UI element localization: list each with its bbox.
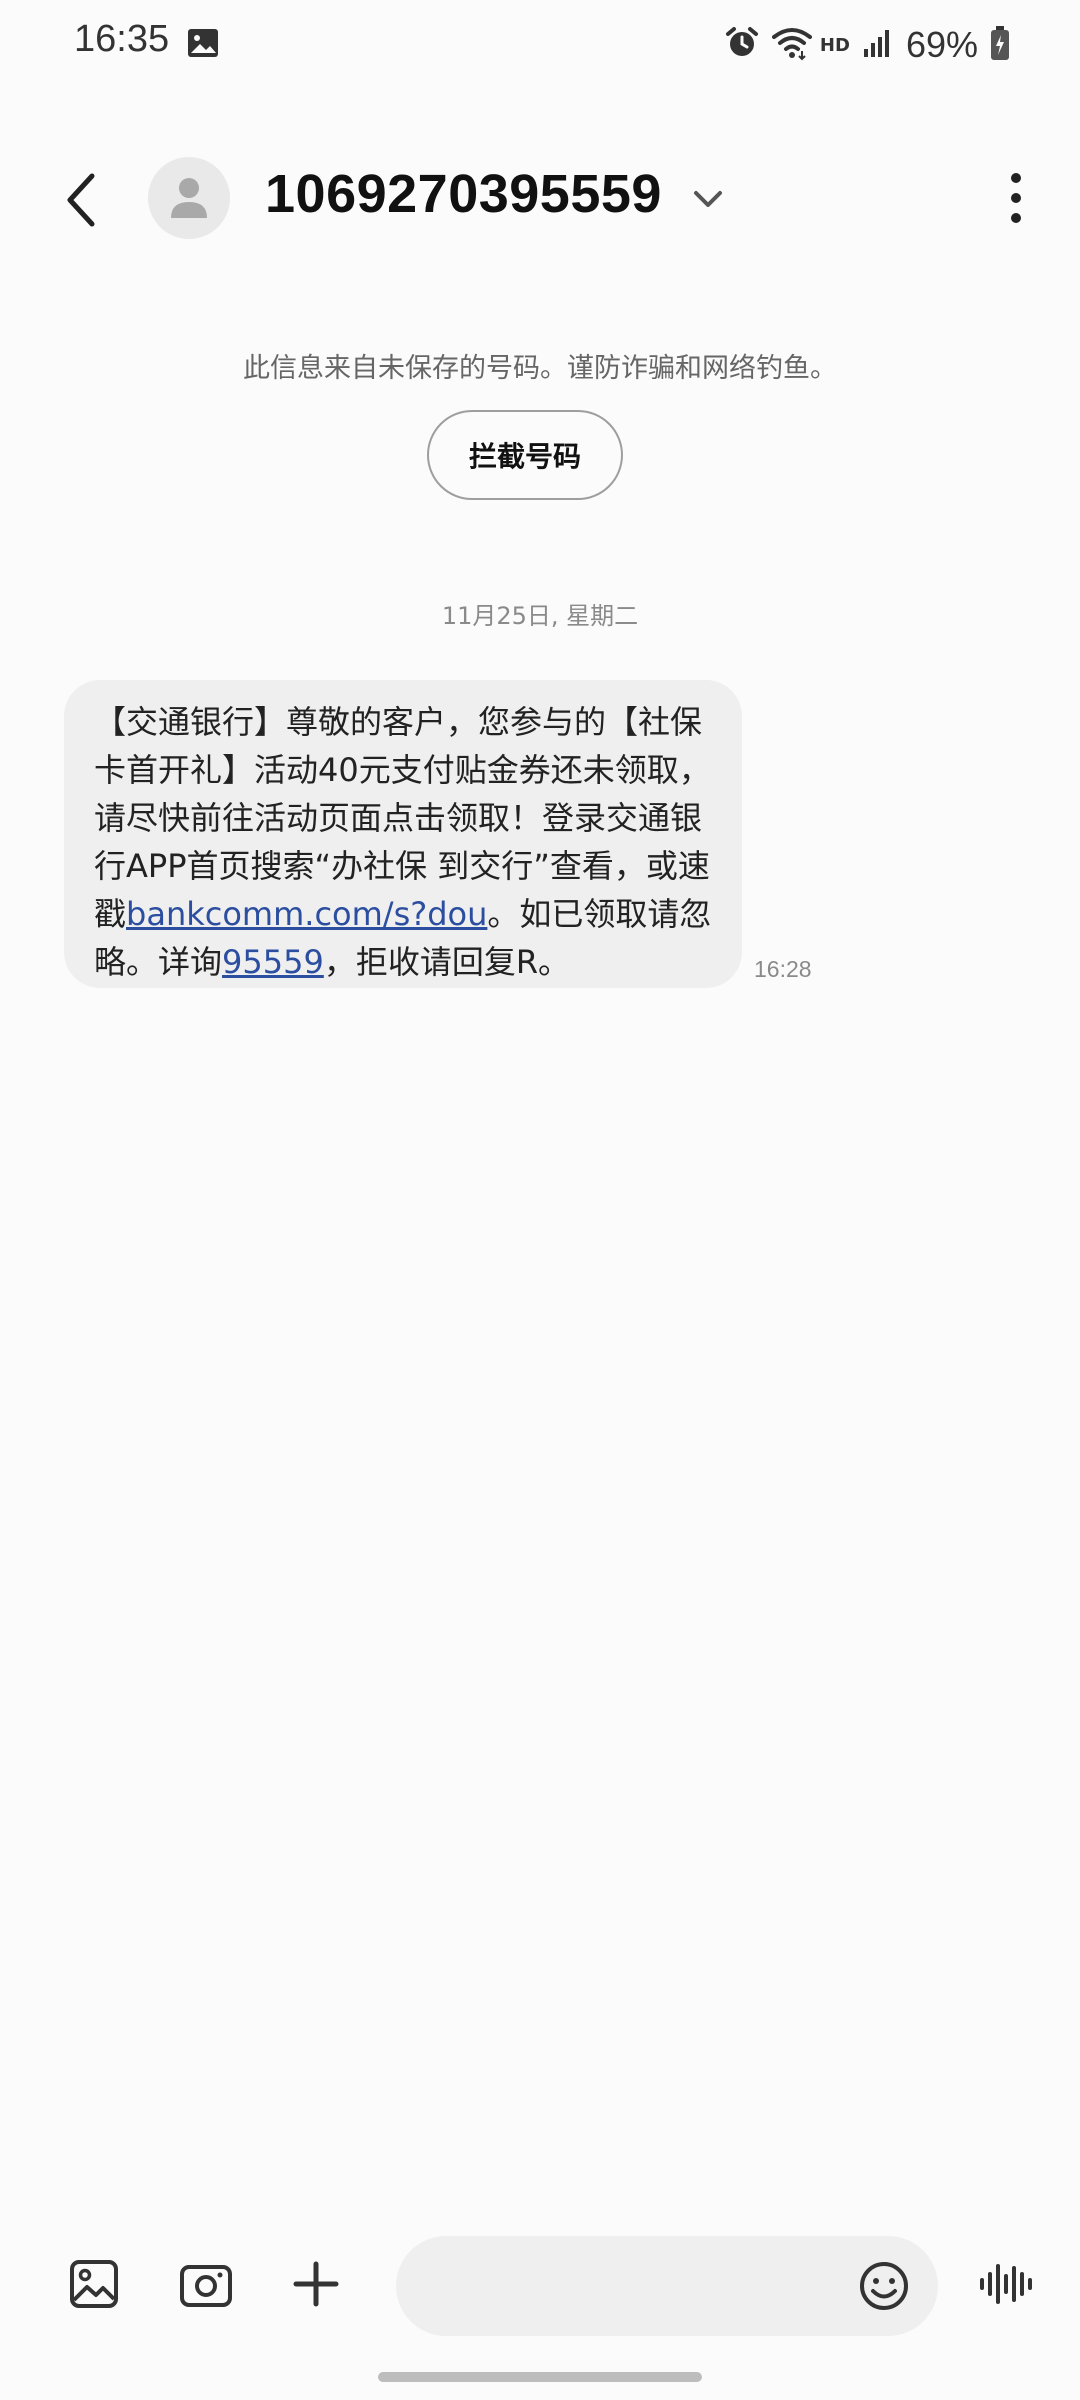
wifi-icon [771,25,812,65]
status-icons: HD 69% [724,20,1010,70]
message-line: 请尽快前往活动页面点击领取！登录交通银 [94,799,703,837]
message-compose-field[interactable] [396,2236,938,2338]
message-text: 略。详询 [94,943,223,981]
message-line: 【交通银行】尊敬的客户，您参与的【社保 [94,703,703,741]
chevron-down-icon[interactable] [690,181,726,217]
block-number-button[interactable]: 拦截号码 [427,410,623,500]
back-button[interactable] [52,165,112,235]
more-vert-icon [1011,173,1021,223]
message-line: 戳bankcomm.com/s?dou。如已领取请忽 [94,890,712,938]
message-input[interactable] [426,2236,830,2338]
more-options-button[interactable] [996,163,1036,233]
signal-icon [862,27,894,63]
camera-icon [180,2265,232,2307]
unsaved-number-warning: 此信息来自未保存的号码。谨防诈骗和网络钓鱼。 [243,353,837,384]
message-text: 戳 [94,895,127,933]
avatar[interactable] [148,157,230,239]
attach-image-button[interactable] [62,2252,126,2316]
back-icon [67,173,95,227]
date-separator: 11月25日, 星期二 [441,602,639,630]
status-time: 16:35 [74,18,170,60]
voice-icon [980,2264,1032,2304]
battery-percentage: 69% [905,24,978,65]
conversation-header: 1069270395559 [0,145,1080,255]
message-line: 行APP首页搜索“办社保 到交行”查看，或速 [94,847,710,885]
image-icon [70,2260,118,2308]
emoji-icon [860,2262,908,2310]
message-phone-link[interactable]: 95559 [222,943,324,981]
message-line: 卡首开礼】活动40元支付贴金券还未领取， [94,751,711,789]
alarm-icon [724,25,760,65]
message-line: 略。详询95559，拒收请回复R。 [94,938,712,986]
plus-icon [293,2261,339,2307]
message-text: ，拒收请回复R。 [323,943,571,981]
contact-number[interactable]: 1069270395559 [265,163,662,225]
gallery-icon [186,26,220,60]
status-bar: 16:35 HD 69% [0,0,1080,90]
avatar-icon [171,178,207,218]
network-hd-label: HD [819,34,850,56]
message-url-link[interactable]: bankcomm.com/s?dou [126,895,487,933]
message-bubble[interactable]: 【交通银行】尊敬的客户，您参与的【社保 卡首开礼】活动40元支付贴金券还未领取，… [64,680,742,988]
add-attachment-button[interactable] [284,2252,348,2316]
camera-button[interactable] [174,2252,238,2316]
message-time: 16:28 [754,956,812,982]
emoji-button[interactable] [852,2254,916,2318]
home-indicator [378,2372,702,2382]
battery-icon [990,25,1010,65]
voice-input-button[interactable] [974,2252,1038,2316]
message-text: 。如已领取请忽 [487,895,712,933]
compose-bar [0,2230,1080,2340]
